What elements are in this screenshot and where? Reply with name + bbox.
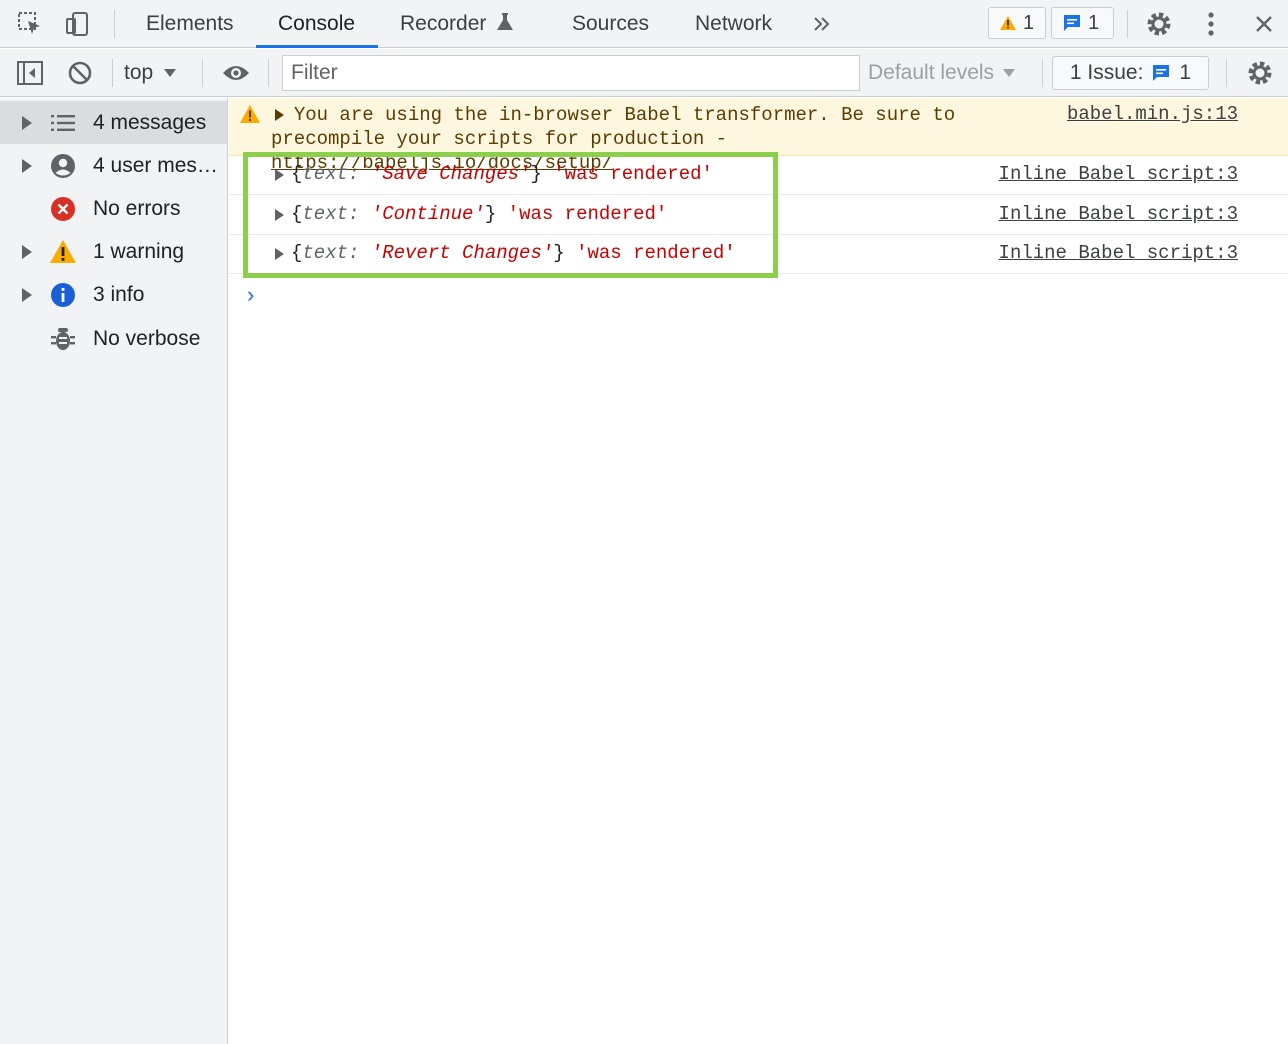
console-toolbar: top Default levels 1 Issue: 1: [0, 49, 1288, 97]
sidebar-item-label: 1 warning: [93, 239, 185, 263]
object-key: text: [302, 163, 349, 185]
info-icon: [48, 280, 78, 310]
source-link[interactable]: Inline Babel script:3: [999, 163, 1238, 185]
console-prompt[interactable]: ›: [244, 284, 257, 309]
sidebar-item-label: No verbose: [93, 326, 201, 350]
sidebar-item-messages[interactable]: 4 messages: [0, 101, 227, 144]
sidebar-item-warnings[interactable]: 1 warning: [0, 230, 227, 273]
error-icon: [48, 194, 78, 224]
expand-arrow-icon[interactable]: [275, 248, 284, 260]
sidebar-item-label: No errors: [93, 196, 181, 220]
clear-console-icon[interactable]: [64, 57, 96, 89]
filter-input[interactable]: [282, 55, 860, 91]
user-icon: [48, 151, 78, 181]
expand-arrow-icon[interactable]: [22, 158, 32, 173]
sidebar-item-label: 4 user messages: [93, 153, 223, 177]
object-key: text: [302, 203, 349, 225]
tab-elements[interactable]: Elements: [146, 0, 234, 48]
log-message: 'was rendered': [553, 163, 713, 185]
sidebar-toggle-icon[interactable]: [14, 57, 46, 89]
object-key: text: [302, 242, 349, 264]
warning-message: You are using the in-browser Babel trans…: [229, 98, 1288, 174]
context-value: top: [124, 61, 154, 84]
log-message: 'was rendered': [576, 242, 736, 264]
bug-icon: [48, 324, 78, 354]
flask-icon: [497, 13, 514, 30]
list-icon: [48, 108, 78, 138]
sidebar-item-user-messages[interactable]: 4 user messages: [0, 144, 227, 187]
more-tabs-icon[interactable]: [806, 8, 838, 40]
log-text[interactable]: {text: 'Continue'} 'was rendered': [291, 203, 667, 225]
tab-sources[interactable]: Sources: [572, 0, 649, 48]
warning-icon: [239, 104, 261, 130]
tab-console[interactable]: Console: [278, 0, 355, 48]
tab-recorder-label: Recorder: [400, 12, 487, 35]
expand-arrow-icon[interactable]: [22, 244, 32, 259]
dropdown-arrow-icon: [1003, 69, 1016, 77]
log-row: {text: 'Continue'} 'was rendered' Inline…: [229, 196, 1288, 235]
devtools-tabbar: Elements Console Recorder Sources Networ…: [0, 0, 1288, 48]
issues-button-label: 1 Issue:: [1069, 61, 1144, 84]
console-messages: You are using the in-browser Babel trans…: [229, 98, 1288, 1044]
log-message: 'was rendered': [507, 203, 668, 225]
warning-icon: [48, 237, 78, 267]
log-row: {text: 'Revert Changes'} 'was rendered' …: [229, 235, 1288, 274]
message-icon: [1153, 65, 1170, 81]
object-value: 'Save Changes': [370, 163, 531, 185]
warning-icon: [1000, 16, 1016, 30]
issues-button-count: 1: [1179, 61, 1192, 84]
log-row: {text: 'Save Changes'} 'was rendered' In…: [229, 156, 1288, 195]
source-link[interactable]: babel.min.js:13: [1067, 103, 1238, 125]
sidebar-item-errors[interactable]: No errors: [0, 187, 227, 230]
warning-text: You are using the in-browser Babel trans…: [271, 104, 956, 150]
object-value: 'Revert Changes': [370, 242, 554, 264]
console-sidebar: 4 messages 4 user messages No errors 1 w…: [0, 98, 228, 1044]
source-link[interactable]: Inline Babel script:3: [999, 203, 1238, 225]
expand-arrow-icon[interactable]: [275, 169, 284, 181]
tab-recorder[interactable]: Recorder: [400, 0, 514, 48]
expand-arrow-icon[interactable]: [22, 287, 32, 302]
warnings-counter[interactable]: 1: [988, 7, 1046, 39]
dropdown-arrow-icon: [164, 69, 177, 77]
log-levels-dropdown[interactable]: Default levels: [868, 57, 1016, 89]
log-text[interactable]: {text: 'Revert Changes'} 'was rendered': [291, 242, 736, 264]
warnings-count: 1: [1023, 11, 1035, 34]
object-value: 'Continue': [370, 203, 485, 225]
message-icon: [1064, 15, 1080, 31]
device-toolbar-icon[interactable]: [62, 8, 94, 40]
sidebar-item-label: 3 info: [93, 282, 145, 306]
close-icon[interactable]: [1248, 8, 1280, 40]
sidebar-item-verbose[interactable]: No verbose: [0, 317, 227, 360]
sidebar-item-info[interactable]: 3 info: [0, 273, 227, 316]
console-settings-gear-icon[interactable]: [1244, 57, 1276, 89]
context-selector[interactable]: top: [124, 57, 177, 89]
live-expression-eye-icon[interactable]: [220, 57, 252, 89]
sidebar-item-label: 4 messages: [93, 110, 207, 134]
expand-arrow-icon[interactable]: [275, 209, 284, 221]
more-options-icon[interactable]: [1195, 8, 1227, 40]
issues-button[interactable]: 1 Issue: 1: [1052, 56, 1209, 90]
active-tab-indicator: [256, 45, 378, 48]
log-levels-label: Default levels: [868, 61, 995, 84]
tab-network[interactable]: Network: [695, 0, 772, 48]
expand-arrow-icon[interactable]: [22, 115, 32, 130]
inspect-element-icon[interactable]: [14, 8, 46, 40]
issues-count: 1: [1088, 11, 1100, 34]
issues-counter[interactable]: 1: [1051, 7, 1114, 39]
settings-gear-icon[interactable]: [1143, 8, 1175, 40]
source-link[interactable]: Inline Babel script:3: [999, 242, 1238, 264]
log-text[interactable]: {text: 'Save Changes'} 'was rendered': [291, 163, 713, 185]
